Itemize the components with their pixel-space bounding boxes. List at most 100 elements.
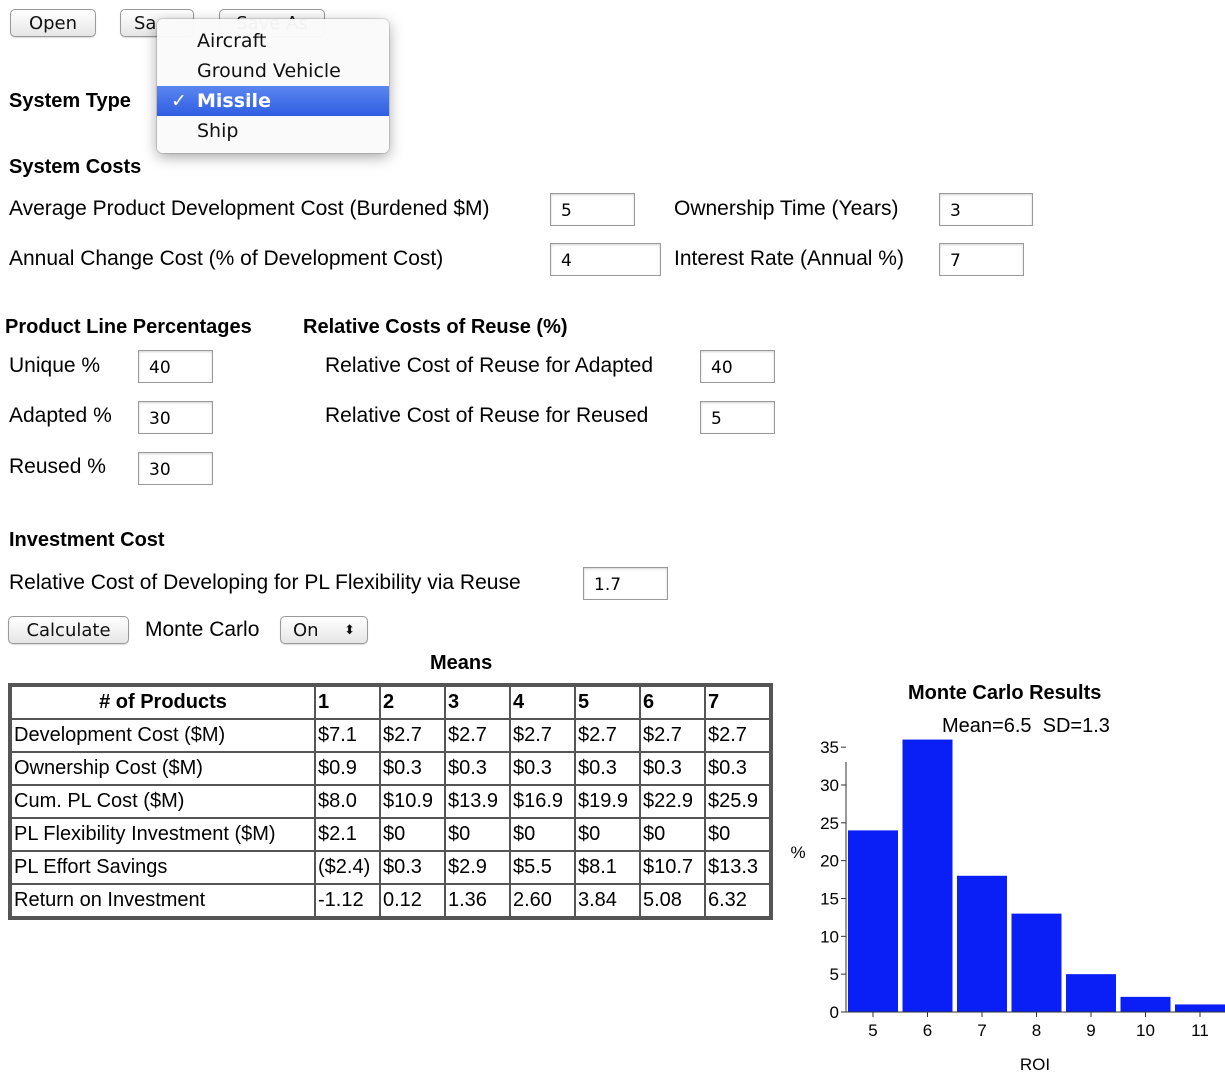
table-cell: $2.7: [640, 719, 705, 752]
menu-item-aircraft[interactable]: Aircraft: [157, 26, 389, 56]
dev-cost-field[interactable]: 5: [550, 193, 635, 226]
y-tick-label: 20: [820, 852, 839, 871]
table-cell: $25.9: [705, 785, 770, 818]
means-title: Means: [430, 652, 493, 674]
select-arrows-icon: ⬍: [344, 622, 355, 638]
table-header: 1: [315, 686, 380, 719]
table-cell: 2.60: [510, 884, 575, 917]
y-tick-label: 25: [820, 814, 839, 833]
menu-item-ship[interactable]: Ship: [157, 116, 389, 146]
investment-heading: Investment Cost: [9, 529, 165, 551]
monte-carlo-select[interactable]: On ⬍: [280, 616, 368, 644]
unique-field[interactable]: 40: [138, 350, 213, 383]
x-tick-label: 5: [868, 1021, 877, 1040]
x-tick-label: 8: [1032, 1021, 1041, 1040]
table-cell: $13.3: [705, 851, 770, 884]
table-cell: $0: [510, 818, 575, 851]
table-header: 3: [445, 686, 510, 719]
table-cell: $0.3: [640, 752, 705, 785]
table-cell: $2.7: [445, 719, 510, 752]
table-header: # of Products: [11, 686, 315, 719]
chart-bar: [1175, 1004, 1225, 1012]
monte-carlo-label: Monte Carlo: [145, 618, 260, 641]
reuse-reused-label: Relative Cost of Reuse for Reused: [325, 404, 649, 427]
table-cell: $0: [380, 818, 445, 851]
system-type-menu[interactable]: Aircraft Ground Vehicle ✓ Missile Ship: [157, 19, 389, 153]
adapted-label: Adapted %: [9, 404, 112, 427]
menu-item-label: Ship: [197, 120, 239, 142]
reuse-adapted-field[interactable]: 40: [700, 350, 775, 383]
open-button[interactable]: Open: [10, 9, 96, 37]
x-tick-label: 10: [1136, 1021, 1155, 1040]
y-tick-label: 0: [830, 1003, 839, 1022]
calculate-button[interactable]: Calculate: [8, 616, 129, 644]
table-header: 7: [705, 686, 770, 719]
pl-flexibility-label: Relative Cost of Developing for PL Flexi…: [9, 571, 521, 594]
table-cell: $10.9: [380, 785, 445, 818]
table-cell: $0.3: [510, 752, 575, 785]
table-cell: 6.32: [705, 884, 770, 917]
table-cell: $2.7: [380, 719, 445, 752]
chart-bar: [1011, 913, 1062, 1012]
reused-field[interactable]: 30: [138, 452, 213, 485]
menu-item-label: Ground Vehicle: [197, 60, 341, 82]
unique-label: Unique %: [9, 354, 101, 377]
change-cost-field[interactable]: 4: [550, 243, 661, 276]
table-header-row: # of Products 1 2 3 4 5 6 7: [11, 686, 770, 719]
ownership-time-field[interactable]: 3: [939, 193, 1033, 226]
table-cell: $0.9: [315, 752, 380, 785]
means-table: # of Products 1 2 3 4 5 6 7 Development …: [8, 683, 773, 920]
table-cell: $2.7: [575, 719, 640, 752]
row-label: PL Effort Savings: [11, 851, 315, 884]
menu-item-label: Missile: [197, 90, 271, 112]
y-tick-label: 15: [820, 889, 839, 908]
row-label: Ownership Cost ($M): [11, 752, 315, 785]
table-row: PL Flexibility Investment ($M) $2.1 $0 $0 $0…: [11, 818, 770, 851]
pl-flexibility-field[interactable]: 1.7: [583, 567, 668, 600]
menu-item-ground-vehicle[interactable]: Ground Vehicle: [157, 56, 389, 86]
x-tick-label: 6: [923, 1021, 932, 1040]
monte-carlo-chart: 5 6 7 8 9 10 11 0 5 10 15 20 25 30 35% ROI: [790, 738, 1225, 1072]
table-cell: $10.7: [640, 851, 705, 884]
table-row: Cum. PL Cost ($M) $8.0 $10.9 $13.9 $16.9 $19.…: [11, 785, 770, 818]
y-tick-label: 30: [820, 776, 839, 795]
monte-carlo-value: On: [293, 619, 319, 641]
reuse-adapted-label: Relative Cost of Reuse for Adapted: [325, 354, 654, 377]
table-cell: $0.3: [575, 752, 640, 785]
chart-title: Monte Carlo Results: [908, 682, 1102, 704]
reuse-reused-field[interactable]: 5: [700, 401, 775, 434]
table-cell: 1.36: [445, 884, 510, 917]
menu-item-label: Aircraft: [197, 30, 267, 52]
table-cell: $19.9: [575, 785, 640, 818]
chart-bar: [1066, 974, 1116, 1012]
y-axis-label: %: [790, 843, 805, 862]
chart-bar: [957, 875, 1007, 1012]
interest-rate-label: Interest Rate (Annual %): [674, 247, 904, 270]
table-cell: $0.3: [705, 752, 770, 785]
chart-bar: [848, 830, 898, 1012]
table-cell: $0.3: [445, 752, 510, 785]
table-cell: $8.0: [315, 785, 380, 818]
table-cell: $8.1: [575, 851, 640, 884]
interest-rate-field[interactable]: 7: [939, 243, 1024, 276]
table-cell: $0.3: [380, 851, 445, 884]
table-cell: $7.1: [315, 719, 380, 752]
row-label: PL Flexibility Investment ($M): [11, 818, 315, 851]
table-row: Ownership Cost ($M) $0.9 $0.3 $0.3 $0.3 $0.3 $…: [11, 752, 770, 785]
table-cell: $22.9: [640, 785, 705, 818]
x-axis-label: ROI: [1020, 1055, 1050, 1072]
table-header: 5: [575, 686, 640, 719]
table-row: Return on Investment -1.12 0.12 1.36 2.60 3.8…: [11, 884, 770, 917]
chart-bar: [902, 739, 953, 1012]
table-cell: $0.3: [380, 752, 445, 785]
adapted-field[interactable]: 30: [138, 401, 213, 434]
menu-item-missile[interactable]: ✓ Missile: [157, 86, 389, 116]
table-cell: $2.1: [315, 818, 380, 851]
table-cell: $2.9: [445, 851, 510, 884]
checkmark-icon: ✓: [171, 90, 187, 112]
x-tick-label: 11: [1191, 1021, 1209, 1040]
table-cell: $0: [575, 818, 640, 851]
table-cell: $16.9: [510, 785, 575, 818]
table-cell: 5.08: [640, 884, 705, 917]
dev-cost-label: Average Product Development Cost (Burden…: [9, 197, 490, 220]
